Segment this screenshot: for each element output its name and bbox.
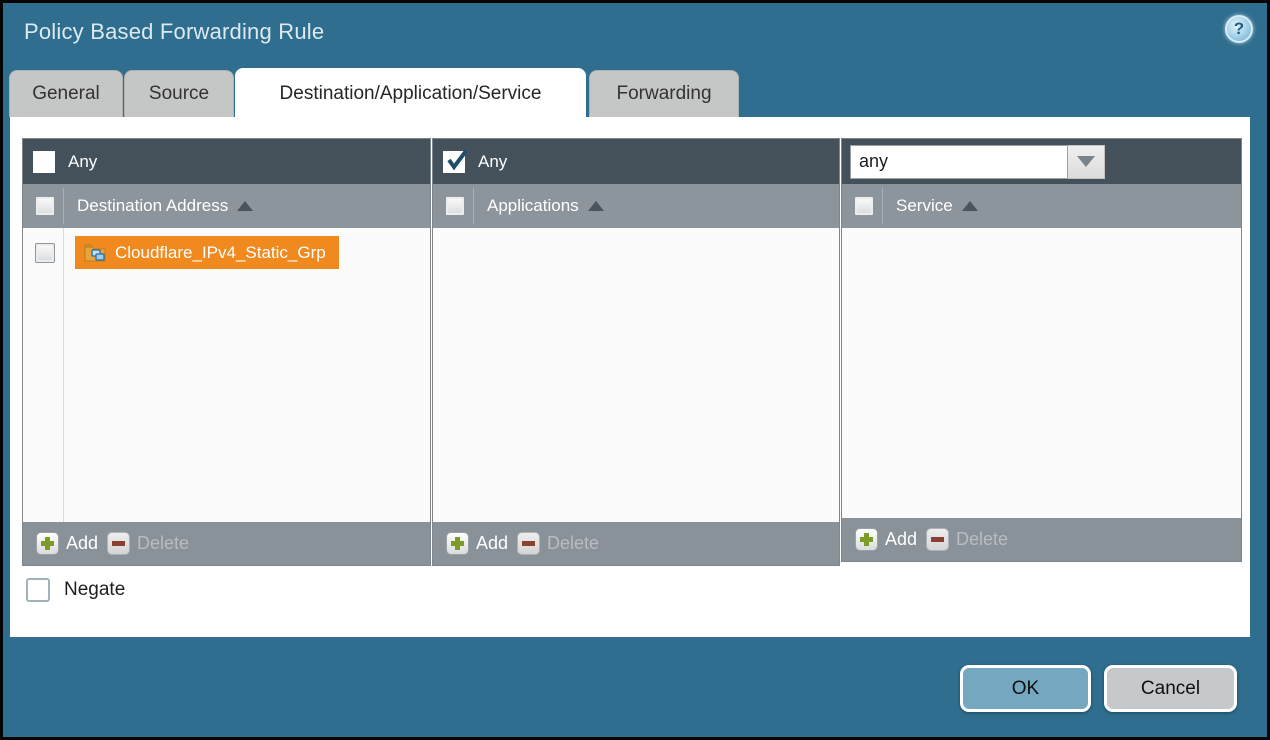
chevron-down-icon (1077, 156, 1095, 167)
destination-select-all-checkbox[interactable] (35, 196, 55, 216)
row-checkbox[interactable] (35, 243, 55, 263)
applications-any-checkbox[interactable] (443, 151, 465, 173)
delete-icon (107, 532, 130, 555)
destination-delete-button[interactable]: Delete (107, 532, 189, 555)
ok-button[interactable]: OK (960, 665, 1091, 712)
destination-list: Cloudflare_IPv4_Static_Grp (23, 228, 430, 522)
dialog-title: Policy Based Forwarding Rule (24, 19, 324, 45)
negate-label: Negate (64, 579, 125, 601)
divider (63, 188, 64, 224)
address-group-name: Cloudflare_IPv4_Static_Grp (115, 243, 326, 263)
add-label: Add (476, 533, 508, 554)
delete-icon (517, 532, 540, 555)
applications-delete-button[interactable]: Delete (517, 532, 599, 555)
destination-address-column: Any Destination Address (22, 138, 431, 566)
applications-footer: Add Delete (433, 522, 839, 565)
tab-content-panel: Any Destination Address (10, 117, 1250, 637)
add-label: Add (885, 529, 917, 550)
sort-asc-icon[interactable] (237, 201, 253, 211)
list-item: Cloudflare_IPv4_Static_Grp (23, 236, 430, 269)
destination-add-button[interactable]: Add (36, 532, 98, 555)
tab-destination-application-service[interactable]: Destination/Application/Service (235, 68, 586, 118)
divider (882, 188, 883, 224)
delete-label: Delete (547, 533, 599, 554)
service-delete-button[interactable]: Delete (926, 528, 1008, 551)
negate-checkbox[interactable] (26, 578, 50, 602)
help-icon[interactable]: ? (1225, 15, 1253, 43)
service-list (842, 228, 1241, 518)
destination-any-label: Any (68, 152, 97, 172)
applications-header-label: Applications (487, 196, 579, 216)
tab-label: General (32, 83, 100, 105)
service-column-header[interactable]: Service (842, 184, 1241, 228)
service-mode-dropdown[interactable]: any (850, 145, 1105, 179)
destination-any-checkbox[interactable] (33, 151, 55, 173)
applications-any-bar: Any (433, 139, 839, 184)
applications-list (433, 228, 839, 522)
tab-label: Source (149, 83, 209, 105)
applications-column: Any Applications Add Delete (432, 138, 840, 566)
divider (63, 228, 64, 522)
applications-any-label: Any (478, 152, 507, 172)
destination-any-bar: Any (23, 139, 430, 184)
tab-label: Destination/Application/Service (280, 83, 542, 105)
divider (473, 188, 474, 224)
check-icon (445, 148, 469, 172)
tab-forwarding[interactable]: Forwarding (589, 70, 739, 117)
destination-footer: Add Delete (23, 522, 430, 565)
service-dropdown-bar: any (842, 139, 1241, 184)
add-label: Add (66, 533, 98, 554)
delete-label: Delete (956, 529, 1008, 550)
applications-select-all-checkbox[interactable] (445, 196, 465, 216)
tab-label: Forwarding (616, 83, 711, 105)
tab-source[interactable]: Source (124, 70, 234, 117)
delete-icon (926, 528, 949, 551)
tab-general[interactable]: General (9, 70, 123, 117)
cancel-button[interactable]: Cancel (1104, 665, 1237, 712)
policy-forwarding-dialog: Policy Based Forwarding Rule ? General S… (0, 0, 1270, 740)
delete-label: Delete (137, 533, 189, 554)
service-column: any Service Add D (841, 138, 1242, 562)
sort-asc-icon[interactable] (588, 201, 604, 211)
applications-column-header[interactable]: Applications (433, 184, 839, 228)
add-icon (446, 532, 469, 555)
service-footer: Add Delete (842, 518, 1241, 561)
negate-row: Negate (26, 578, 125, 602)
sort-asc-icon[interactable] (962, 201, 978, 211)
destination-address-entry[interactable]: Cloudflare_IPv4_Static_Grp (75, 236, 339, 269)
service-header-label: Service (896, 196, 953, 216)
service-select-all-checkbox[interactable] (854, 196, 874, 216)
add-icon (36, 532, 59, 555)
service-mode-value[interactable]: any (850, 145, 1068, 179)
service-add-button[interactable]: Add (855, 528, 917, 551)
destination-header-label: Destination Address (77, 196, 228, 216)
dropdown-button[interactable] (1068, 145, 1105, 179)
add-icon (855, 528, 878, 551)
address-group-icon (84, 243, 106, 262)
applications-add-button[interactable]: Add (446, 532, 508, 555)
destination-column-header[interactable]: Destination Address (23, 184, 430, 228)
